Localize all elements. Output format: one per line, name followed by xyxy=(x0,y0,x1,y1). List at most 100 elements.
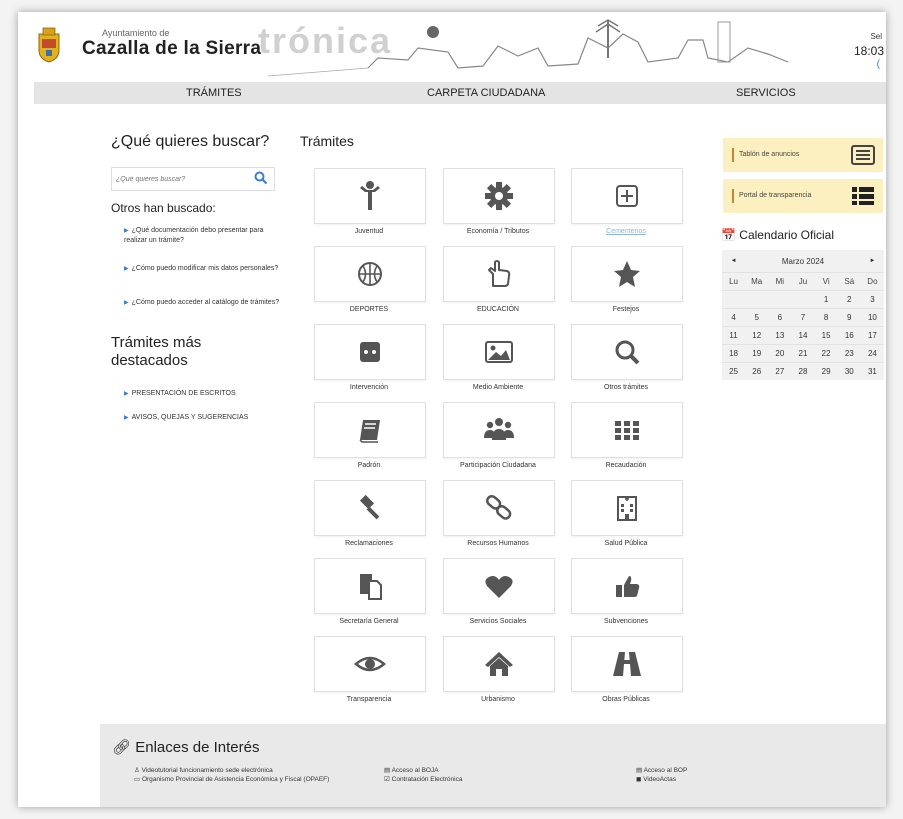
tramite-tile-reclamaciones[interactable] xyxy=(314,480,426,536)
calendar-day[interactable]: 31 xyxy=(860,362,884,380)
tile-label[interactable]: Recursos Humanos xyxy=(442,540,554,547)
calendar-day[interactable]: 17 xyxy=(860,326,884,345)
calendar-day[interactable]: 16 xyxy=(837,326,861,345)
tile-label[interactable]: DEPORTES xyxy=(313,306,425,313)
suggestion-link[interactable]: ▶ ¿Qué documentación debo presentar para … xyxy=(124,226,284,246)
tramite-tile-medio-ambiente[interactable] xyxy=(443,324,555,380)
nav-servicios[interactable]: SERVICIOS xyxy=(736,87,796,99)
calendar-day[interactable]: 19 xyxy=(745,344,769,363)
link-videoactas[interactable]: ◼ VideoActas xyxy=(636,776,756,784)
calendar-day[interactable]: 25 xyxy=(722,362,746,380)
highlight-link[interactable]: ▶ PRESENTACIÓN DE ESCRITOS xyxy=(124,390,236,397)
suggestion-link[interactable]: ▶ ¿Cómo puedo modificar mis datos persona… xyxy=(124,264,284,274)
tile-label[interactable]: Economía / Tributos xyxy=(442,228,554,235)
tile-label[interactable]: Otros trámites xyxy=(570,384,682,391)
tramite-tile-juventud[interactable] xyxy=(314,168,426,224)
tile-label[interactable]: Cementerios xyxy=(570,228,682,235)
calendar-day[interactable]: 12 xyxy=(745,326,769,345)
calendar-day[interactable]: 29 xyxy=(814,362,838,380)
link-bop[interactable]: ▤ Acceso al BOP xyxy=(636,767,756,775)
highlight-text[interactable]: AVISOS, QUEJAS Y SUGERENCIAS xyxy=(132,414,249,421)
tramite-tile-educacion[interactable] xyxy=(443,246,555,302)
calendar-day[interactable]: 15 xyxy=(814,326,838,345)
tramite-tile-servicios-sociales[interactable] xyxy=(443,558,555,614)
municipality-name[interactable]: Cazalla de la Sierra xyxy=(82,38,261,60)
calendar-day[interactable]: 6 xyxy=(768,308,792,327)
link-contratacion[interactable]: ☑ Contratación Electrónica xyxy=(384,776,584,784)
calendar-day[interactable]: 23 xyxy=(837,344,861,363)
calendar-day[interactable]: 3 xyxy=(860,290,884,309)
tramite-tile-recursos-humanos[interactable] xyxy=(443,480,555,536)
calendar-day[interactable]: 24 xyxy=(860,344,884,363)
suggestion-text[interactable]: ¿Cómo puedo modificar mis datos personal… xyxy=(132,265,279,272)
tramite-tile-intervencion[interactable] xyxy=(314,324,426,380)
tile-label[interactable]: Subvenciones xyxy=(570,618,682,625)
calendar-next-button[interactable]: ► xyxy=(860,250,884,273)
calendar-day[interactable]: 7 xyxy=(791,308,815,327)
calendar-day[interactable]: 5 xyxy=(745,308,769,327)
tramite-tile-padron[interactable] xyxy=(314,402,426,458)
tile-label[interactable]: EDUCACIÓN xyxy=(442,306,554,313)
tile-label[interactable]: Salud Pública xyxy=(570,540,682,547)
tile-label[interactable]: Obras Públicas xyxy=(570,696,682,703)
tile-label[interactable]: Festejos xyxy=(570,306,682,313)
calendar-day[interactable]: 1 xyxy=(814,290,838,309)
calendar-day[interactable]: 9 xyxy=(837,308,861,327)
calendar-day[interactable]: 11 xyxy=(722,326,746,345)
tramite-tile-cementerios[interactable] xyxy=(571,168,683,224)
highlight-link[interactable]: ▶ AVISOS, QUEJAS Y SUGERENCIAS xyxy=(124,414,248,421)
tile-label[interactable]: Reclamaciones xyxy=(313,540,425,547)
calendar-day[interactable]: 4 xyxy=(722,308,746,327)
calendar-day[interactable]: 2 xyxy=(837,290,861,309)
link-boja[interactable]: ▤ Acceso al BOJA xyxy=(384,767,584,775)
tramite-tile-otros[interactable] xyxy=(571,324,683,380)
calendar-day[interactable]: 30 xyxy=(837,362,861,380)
calendar-day[interactable]: 13 xyxy=(768,326,792,345)
tile-label[interactable]: Juventud xyxy=(313,228,425,235)
tile-label[interactable]: Transparencia xyxy=(313,696,425,703)
tile-label[interactable]: Recaudación xyxy=(570,462,682,469)
tramite-tile-obras-publicas[interactable] xyxy=(571,636,683,692)
coat-of-arms-logo[interactable] xyxy=(34,26,64,64)
calendar-day[interactable]: 21 xyxy=(791,344,815,363)
nav-carpeta-ciudadana[interactable]: CARPETA CIUDADANA xyxy=(427,87,545,99)
link-opaef[interactable]: ▭ Organismo Provincial de Asistencia Eco… xyxy=(134,776,364,784)
tile-label[interactable]: Participación Ciudadana xyxy=(442,462,554,469)
calendar-day[interactable]: 14 xyxy=(791,326,815,345)
calendar-day[interactable]: 10 xyxy=(860,308,884,327)
tile-label[interactable]: Secretaría General xyxy=(313,618,425,625)
search-icon[interactable] xyxy=(254,171,268,185)
calendar-day[interactable]: 22 xyxy=(814,344,838,363)
calendar-day[interactable]: 26 xyxy=(745,362,769,380)
tramite-tile-secretaria[interactable] xyxy=(314,558,426,614)
tile-label[interactable]: Servicios Sociales xyxy=(442,618,554,625)
link-videotutorial[interactable]: ♙ Videotutorial funcionamiento sede elec… xyxy=(134,767,364,775)
tile-label[interactable]: Medio Ambiente xyxy=(442,384,554,391)
calendar-day[interactable]: 20 xyxy=(768,344,792,363)
tramite-tile-recaudacion[interactable] xyxy=(571,402,683,458)
tile-label[interactable]: Intervención xyxy=(313,384,425,391)
tablon-anuncios-button[interactable]: Tablón de anuncios xyxy=(723,138,883,172)
tramite-tile-participacion[interactable] xyxy=(443,402,555,458)
calendar-prev-button[interactable]: ◄ xyxy=(722,250,746,273)
suggestion-link[interactable]: ▶ ¿Cómo puedo acceder al catálogo de trám… xyxy=(124,298,284,308)
tramite-tile-transparencia[interactable] xyxy=(314,636,426,692)
calendar-day[interactable]: 27 xyxy=(768,362,792,380)
nav-tramites[interactable]: TRÁMITES xyxy=(186,87,242,99)
portal-transparencia-button[interactable]: Portal de transparencia xyxy=(723,179,883,213)
tramite-tile-urbanismo[interactable] xyxy=(443,636,555,692)
highlight-text[interactable]: PRESENTACIÓN DE ESCRITOS xyxy=(132,390,236,397)
tramite-tile-festejos[interactable] xyxy=(571,246,683,302)
tramite-tile-subvenciones[interactable] xyxy=(571,558,683,614)
calendar-day[interactable]: 28 xyxy=(791,362,815,380)
tramite-tile-deportes[interactable] xyxy=(314,246,426,302)
tramite-tile-economia[interactable] xyxy=(443,168,555,224)
tile-label[interactable]: Urbanismo xyxy=(442,696,554,703)
calendar-day[interactable]: 18 xyxy=(722,344,746,363)
calendar-day[interactable]: 8 xyxy=(814,308,838,327)
suggestion-text[interactable]: ¿Qué documentación debo presentar para r… xyxy=(124,227,264,244)
search-input[interactable] xyxy=(112,168,253,191)
tile-label[interactable]: Padrón xyxy=(313,462,425,469)
suggestion-text[interactable]: ¿Cómo puedo acceder al catálogo de trámi… xyxy=(132,299,279,306)
tramite-tile-salud-publica[interactable] xyxy=(571,480,683,536)
